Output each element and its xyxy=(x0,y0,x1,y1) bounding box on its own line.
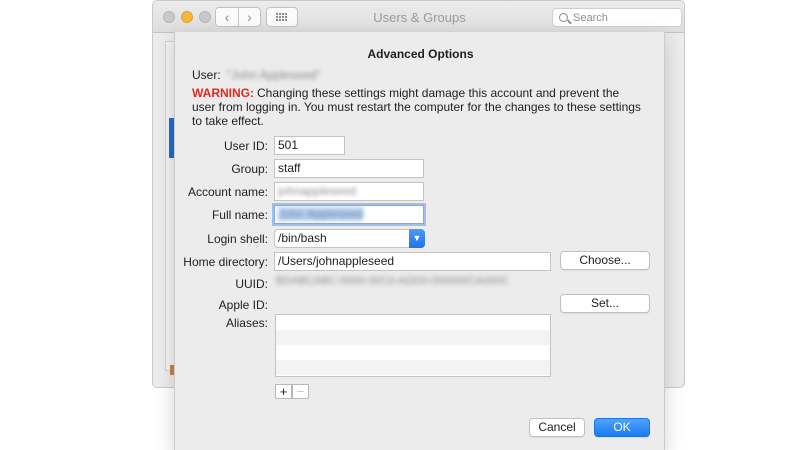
uuid-label: UUID: xyxy=(235,277,268,291)
search-icon xyxy=(559,13,568,22)
set-apple-id-button[interactable]: Set... xyxy=(560,294,650,313)
remove-alias-button[interactable]: − xyxy=(292,384,309,399)
warning-label: WARNING: xyxy=(192,86,254,100)
login-shell-label: Login shell: xyxy=(207,232,268,246)
list-item[interactable] xyxy=(276,345,550,360)
choose-button[interactable]: Choose... xyxy=(560,251,650,270)
advanced-options-sheet: Advanced Options User: "John Appleseed" W… xyxy=(174,32,665,450)
search-placeholder: Search xyxy=(573,12,608,24)
full-name-label: Full name: xyxy=(211,208,268,222)
group-label: Group: xyxy=(231,162,268,176)
ok-button[interactable]: OK xyxy=(594,418,650,437)
uuid-value: BDABCABC-0000-00C0-ADD0-000000CA000C0 xyxy=(276,275,508,287)
home-directory-label: Home directory: xyxy=(183,255,268,269)
user-label: User: xyxy=(192,68,221,82)
list-item[interactable] xyxy=(276,315,550,330)
login-shell-popup[interactable]: /bin/bash ▼ xyxy=(274,229,425,248)
user-name-value: "John Appleseed" xyxy=(226,68,321,82)
account-name-value: johnappleseed xyxy=(278,184,357,198)
aliases-list[interactable] xyxy=(275,314,551,377)
search-input[interactable]: Search xyxy=(552,8,682,27)
window-titlebar: ‹ › Users & Groups Search xyxy=(153,1,684,33)
account-name-field[interactable]: johnappleseed xyxy=(274,182,424,201)
warning-text: Changing these settings might damage thi… xyxy=(192,86,641,128)
add-alias-button[interactable]: + xyxy=(275,384,292,399)
sheet-title: Advanced Options xyxy=(367,47,474,61)
warning-message: WARNING: Changing these settings might da… xyxy=(192,86,642,128)
home-directory-field[interactable]: /Users/johnappleseed xyxy=(274,252,551,271)
user-row: User: "John Appleseed" xyxy=(192,68,321,82)
full-name-field[interactable]: John Appleseed xyxy=(274,205,424,224)
home-directory-value: /Users/johnappleseed xyxy=(278,254,395,268)
group-field[interactable]: staff xyxy=(274,159,424,178)
aliases-label: Aliases: xyxy=(225,316,268,330)
apple-id-label: Apple ID: xyxy=(218,298,268,312)
user-id-field[interactable]: 501 xyxy=(274,136,345,155)
login-shell-value: /bin/bash xyxy=(278,231,327,245)
chevron-down-icon[interactable]: ▼ xyxy=(409,229,425,248)
cancel-button[interactable]: Cancel xyxy=(529,418,585,437)
user-id-label: User ID: xyxy=(223,139,268,153)
list-item[interactable] xyxy=(276,360,550,375)
full-name-value: John Appleseed xyxy=(278,207,364,221)
account-name-label: Account name: xyxy=(187,185,268,199)
list-item[interactable] xyxy=(276,330,550,345)
